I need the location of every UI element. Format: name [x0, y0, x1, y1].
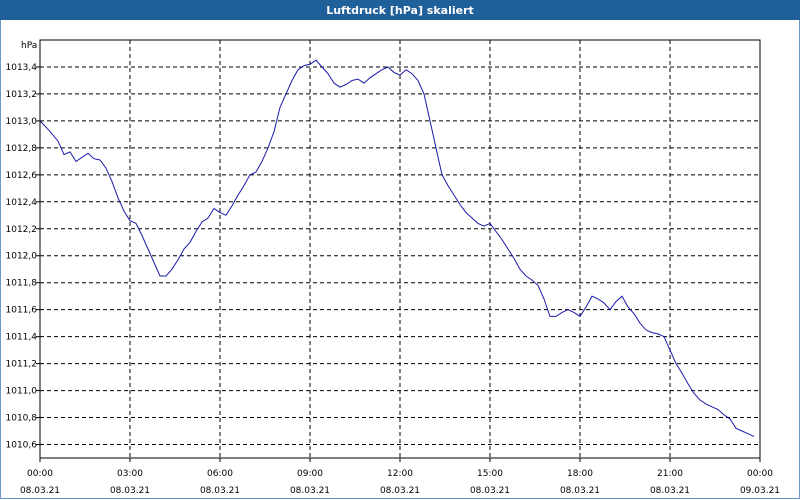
y-axis-label: hPa: [21, 41, 37, 51]
x-tick-time: 03:00: [117, 469, 143, 479]
y-tick-label: 1011,6: [6, 306, 38, 316]
x-tick-date: 08.03.21: [470, 486, 510, 496]
x-tick-time: 21:00: [657, 469, 683, 479]
x-tick-time: 00:00: [747, 469, 773, 479]
x-tick-date: 08.03.21: [200, 486, 240, 496]
y-tick-label: 1013,2: [6, 90, 38, 100]
y-tick-label: 1010,6: [6, 441, 38, 451]
y-tick-label: 1012,4: [6, 198, 38, 208]
series-line: [39, 59, 755, 437]
y-tick-label: 1012,8: [6, 144, 38, 154]
x-tick-time: 06:00: [207, 469, 233, 479]
x-tick-date: 08.03.21: [290, 486, 330, 496]
x-tick-date: 08.03.21: [560, 486, 600, 496]
x-tick-time: 00:00: [27, 469, 53, 479]
y-tick-label: 1013,4: [6, 63, 38, 73]
line-chart: hPa 1010,6 1010,8 1011,0 1011,2 1011,4 1011,6…: [6, 39, 780, 496]
x-tick-time: 15:00: [477, 469, 503, 479]
y-tick-label: 1011,0: [6, 387, 38, 397]
y-tick-label: 1013,0: [6, 117, 38, 127]
x-ticks: 00:00 08.03.21 03:00 08.03.21 06:00 08.03.21 0…: [20, 458, 780, 496]
x-tick-date: 09.03.21: [740, 486, 780, 496]
y-tick-label: 1011,4: [6, 333, 38, 343]
x-tick-date: 08.03.21: [650, 486, 690, 496]
y-tick-label: 1011,2: [6, 360, 38, 370]
y-ticks: 1010,6 1010,8 1011,0 1011,2 1011,4 1011,6 1011…: [6, 63, 40, 451]
x-tick-date: 08.03.21: [20, 486, 60, 496]
x-tick-date: 08.03.21: [380, 486, 420, 496]
x-tick-time: 18:00: [567, 469, 593, 479]
x-tick-date: 08.03.21: [110, 486, 150, 496]
y-tick-label: 1010,8: [6, 414, 38, 424]
y-tick-label: 1012,2: [6, 225, 38, 235]
y-tick-label: 1011,8: [6, 279, 38, 289]
x-tick-time: 09:00: [297, 469, 323, 479]
y-tick-label: 1012,0: [6, 252, 38, 262]
y-tick-label: 1012,6: [6, 171, 38, 181]
x-tick-time: 12:00: [387, 469, 413, 479]
